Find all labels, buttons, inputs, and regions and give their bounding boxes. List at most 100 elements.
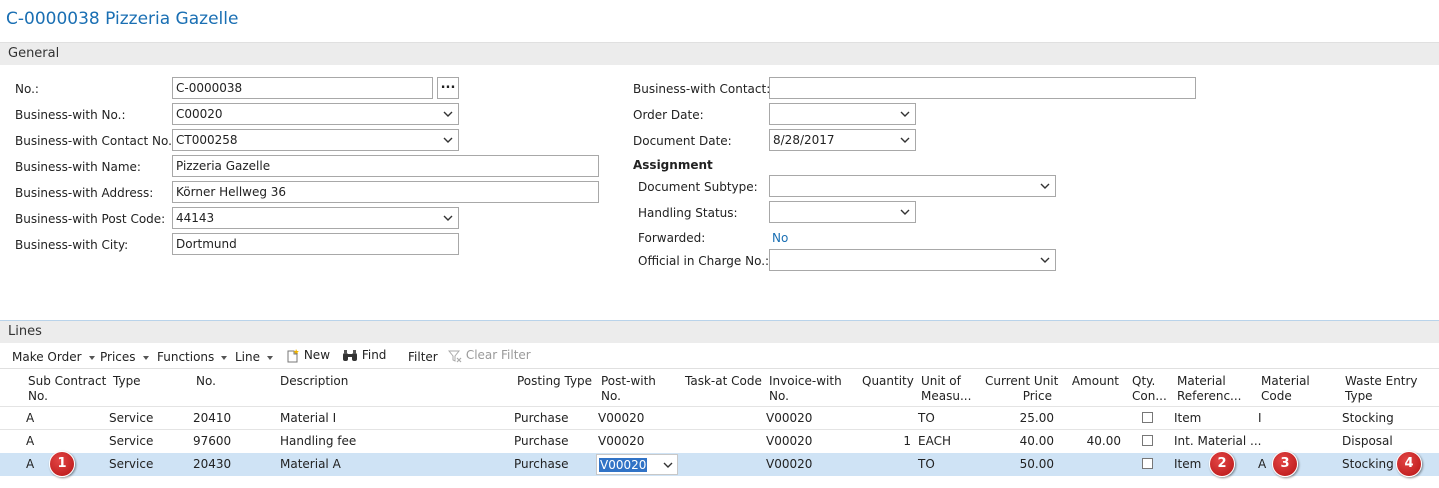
col-header-waste-entry-type[interactable]: Waste Entry Type	[1345, 374, 1418, 404]
business-with-post-code-value: 44143	[176, 211, 215, 225]
cell-material-reference: Int. Material ...	[1174, 434, 1262, 448]
col-header-unit-of-measure[interactable]: Unit of Measu...	[921, 374, 971, 404]
cell-material-code: A	[1258, 457, 1267, 471]
chevron-down-icon[interactable]	[900, 207, 910, 217]
col-header-qty-con[interactable]: Qty. Con...	[1132, 374, 1167, 404]
chevron-down-icon[interactable]	[443, 135, 453, 145]
prices-menu[interactable]: Prices	[100, 350, 149, 364]
caret-down-icon	[221, 355, 228, 360]
general-section-header[interactable]	[0, 42, 1439, 65]
qty-con-checkbox[interactable]	[1142, 435, 1153, 446]
new-button[interactable]: New	[286, 348, 330, 363]
qty-con-checkbox[interactable]	[1142, 412, 1153, 423]
cell-posting-type: Purchase	[514, 411, 569, 425]
chevron-down-icon[interactable]	[1040, 255, 1050, 265]
col-header-task-at-code[interactable]: Task-at Code	[685, 374, 762, 389]
post-with-no-selected-text: V00020	[599, 458, 648, 472]
col-header-type[interactable]: Type	[113, 374, 141, 389]
toolbar-divider	[0, 368, 1439, 369]
chevron-down-icon[interactable]	[900, 135, 910, 145]
chevron-down-icon[interactable]	[1040, 181, 1050, 191]
document-date-label: Document Date:	[633, 134, 732, 148]
chevron-down-icon[interactable]	[443, 213, 453, 223]
col-header-line1: Current Unit	[985, 374, 1059, 388]
post-with-no-value: V00020	[599, 458, 648, 472]
business-with-contact-no-value: CT000258	[176, 133, 238, 147]
chevron-down-icon[interactable]	[443, 109, 453, 119]
business-with-contact-no-label: Business-with Contact No.:	[15, 134, 176, 148]
col-header-amount[interactable]: Amount	[1070, 374, 1119, 389]
col-header-quantity[interactable]: Quantity	[862, 374, 914, 389]
col-header-current-unit-price[interactable]: Current Unit Price	[985, 374, 1059, 404]
callout-badge-1: 1	[49, 451, 75, 477]
lines-section-header[interactable]	[0, 320, 1439, 343]
document-subtype-field[interactable]	[769, 175, 1056, 197]
business-with-post-code-field[interactable]: 44143	[172, 207, 459, 229]
qty-con-checkbox[interactable]	[1142, 458, 1153, 469]
cell-waste-entry-type: Stocking	[1342, 457, 1394, 471]
cell-material-reference: Item	[1174, 411, 1202, 425]
col-header-line1: Task-at Code	[685, 374, 762, 388]
col-header-invoice-with-no[interactable]: Invoice-with No.	[769, 374, 842, 404]
filter-button[interactable]: Filter	[408, 350, 438, 364]
find-label: Find	[361, 348, 387, 362]
business-with-city-field[interactable]: Dortmund	[172, 233, 459, 255]
col-header-line1: Invoice-with	[769, 374, 842, 388]
col-header-line2: No.	[601, 389, 621, 403]
cell-type: Service	[109, 457, 154, 471]
order-date-field[interactable]	[769, 103, 916, 125]
cell-posting-type: Purchase	[514, 434, 569, 448]
cell-unit-of-measure: TO	[918, 411, 935, 425]
col-header-no[interactable]: No.	[196, 374, 216, 389]
line-label: Line	[235, 350, 261, 364]
col-header-line1: Sub Contract	[28, 374, 107, 388]
no-field[interactable]: C-0000038	[172, 77, 433, 99]
col-header-line1: Material	[1261, 374, 1310, 388]
cell-unit-price: 25.00	[1019, 411, 1054, 425]
col-header-material-reference[interactable]: Material Referenc...	[1177, 374, 1242, 404]
prices-label: Prices	[100, 350, 136, 364]
clear-filter-button[interactable]: Clear Filter	[447, 348, 531, 363]
chevron-down-icon[interactable]	[900, 109, 910, 119]
cell-material-code: I	[1258, 411, 1262, 425]
chevron-down-icon[interactable]	[663, 460, 673, 470]
forwarded-value-link[interactable]: No	[772, 231, 788, 245]
col-header-posting-type[interactable]: Posting Type	[517, 374, 592, 389]
col-header-post-with-no[interactable]: Post-with No.	[601, 374, 656, 404]
caret-down-icon	[88, 355, 95, 360]
post-with-no-edit-field[interactable]: V00020	[596, 454, 678, 475]
col-header-line2: Measu...	[921, 389, 972, 403]
col-header-material-code[interactable]: Material Code	[1261, 374, 1310, 404]
cell-post-with-no: V00020	[598, 434, 645, 448]
cell-description: Material A	[280, 457, 341, 471]
line-menu[interactable]: Line	[235, 350, 274, 364]
cell-sub-contract: A	[26, 434, 35, 448]
col-header-line1: Unit of	[921, 374, 961, 388]
handling-status-field[interactable]	[769, 201, 916, 223]
cell-invoice-with-no: V00020	[766, 457, 813, 471]
cell-material-reference: Item	[1174, 457, 1202, 471]
find-button[interactable]: Find	[342, 348, 386, 363]
col-header-line1: No.	[196, 374, 216, 388]
col-header-line2: No.	[769, 389, 789, 403]
business-with-contact-no-field[interactable]: CT000258	[172, 129, 459, 151]
col-header-description[interactable]: Description	[280, 374, 348, 389]
make-order-menu[interactable]: Make Order	[12, 350, 95, 364]
functions-menu[interactable]: Functions	[157, 350, 228, 364]
col-header-line2: Type	[1345, 389, 1373, 403]
cell-invoice-with-no: V00020	[766, 434, 813, 448]
business-with-contact-field[interactable]	[769, 77, 1196, 99]
col-header-sub-contract-no[interactable]: Sub Contract No.	[28, 374, 106, 404]
business-with-city-label: Business-with City:	[15, 238, 129, 252]
document-date-field[interactable]: 8/28/2017	[769, 129, 916, 151]
cell-no: 97600	[193, 434, 232, 448]
clear-filter-icon	[447, 350, 462, 362]
col-header-line1: Amount	[1071, 374, 1119, 388]
business-with-no-value: C00020	[176, 107, 223, 121]
col-header-line2: Referenc...	[1177, 389, 1242, 403]
business-with-address-field[interactable]: Körner Hellweg 36	[172, 181, 599, 203]
business-with-name-field[interactable]: Pizzeria Gazelle	[172, 155, 599, 177]
official-in-charge-no-field[interactable]	[769, 249, 1056, 271]
business-with-no-field[interactable]: C00020	[172, 103, 459, 125]
no-assist-button[interactable]: ...	[437, 77, 459, 99]
